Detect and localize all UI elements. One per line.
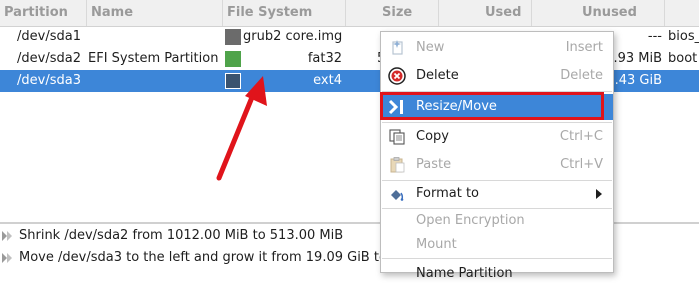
menu-separator xyxy=(382,258,612,259)
menu-item-accelerator: Insert xyxy=(565,40,603,55)
filesystem-color-swatch xyxy=(225,29,241,45)
partition-path: /dev/sda2 xyxy=(17,51,81,66)
column-header-unused[interactable]: Unused xyxy=(532,0,665,26)
filesystem-type: fat32 xyxy=(307,51,342,66)
menu-item-label: Mount xyxy=(416,237,457,252)
filesystem-type: ext4 xyxy=(313,73,342,88)
new-icon xyxy=(392,40,403,55)
unused-value: --- xyxy=(647,29,662,44)
menu-item-accelerator: Delete xyxy=(560,68,603,83)
column-header-name[interactable]: Name xyxy=(87,0,223,26)
menu-item-label: Copy xyxy=(416,129,449,144)
column-header-used[interactable]: Used xyxy=(439,0,532,26)
partition-name: EFI System Partition xyxy=(88,51,219,66)
delete-icon xyxy=(388,67,406,85)
partition-path: /dev/sda1 xyxy=(17,29,81,44)
move-operation-icon xyxy=(2,253,12,263)
operation-text: Move /dev/sda3 to the left and grow it f… xyxy=(19,250,387,265)
filesystem-type: grub2 core.img xyxy=(243,29,343,44)
column-header-file-system[interactable]: File System xyxy=(223,0,346,26)
partition-table-header: Partition Name File System Size Used Unu… xyxy=(0,0,699,27)
resize-move-icon xyxy=(388,99,403,115)
submenu-arrow-icon xyxy=(596,189,602,199)
menu-item-accelerator: Ctrl+C xyxy=(559,129,603,144)
menu-item-open-encryption[interactable]: Open Encryption xyxy=(381,208,613,234)
menu-separator xyxy=(382,122,612,123)
menu-item-resize-move[interactable]: Resize/Move xyxy=(381,94,613,120)
menu-item-new[interactable]: New Insert xyxy=(381,35,613,61)
menu-item-paste[interactable]: Paste Ctrl+V xyxy=(381,152,613,178)
partition-path: /dev/sda3 xyxy=(17,73,81,88)
filesystem-color-swatch xyxy=(225,51,241,67)
copy-icon xyxy=(389,129,405,145)
shrink-operation-icon xyxy=(2,231,12,241)
menu-item-mount[interactable]: Mount xyxy=(381,232,613,258)
menu-item-label: Format to xyxy=(416,186,479,201)
column-header-flags[interactable] xyxy=(665,0,699,26)
menu-item-delete[interactable]: Delete Delete xyxy=(381,63,613,89)
paste-icon xyxy=(390,157,405,173)
menu-item-label: Delete xyxy=(416,68,459,83)
menu-item-name-partition[interactable]: Name Partition xyxy=(381,261,613,287)
menu-item-label: New xyxy=(416,40,445,55)
column-header-size[interactable]: Size xyxy=(346,0,439,26)
column-header-partition[interactable]: Partition xyxy=(0,0,87,26)
menu-item-label: Name Partition xyxy=(416,266,513,281)
menu-item-label: Resize/Move xyxy=(416,99,497,114)
context-menu: New Insert Delete Delete Resize/Move Cop… xyxy=(380,31,614,281)
filesystem-color-swatch xyxy=(225,73,241,89)
menu-item-label: Paste xyxy=(416,157,452,172)
menu-item-copy[interactable]: Copy Ctrl+C xyxy=(381,124,613,150)
format-icon xyxy=(391,190,404,201)
menu-item-accelerator: Ctrl+V xyxy=(560,157,603,172)
operation-text: Shrink /dev/sda2 from 1012.00 MiB to 513… xyxy=(19,228,344,243)
menu-item-label: Open Encryption xyxy=(416,213,525,228)
partition-flags: boot xyxy=(668,51,698,66)
menu-item-format-to[interactable]: Format to xyxy=(381,181,613,207)
partition-flags: bios_ xyxy=(668,29,699,44)
menu-separator xyxy=(382,91,612,92)
